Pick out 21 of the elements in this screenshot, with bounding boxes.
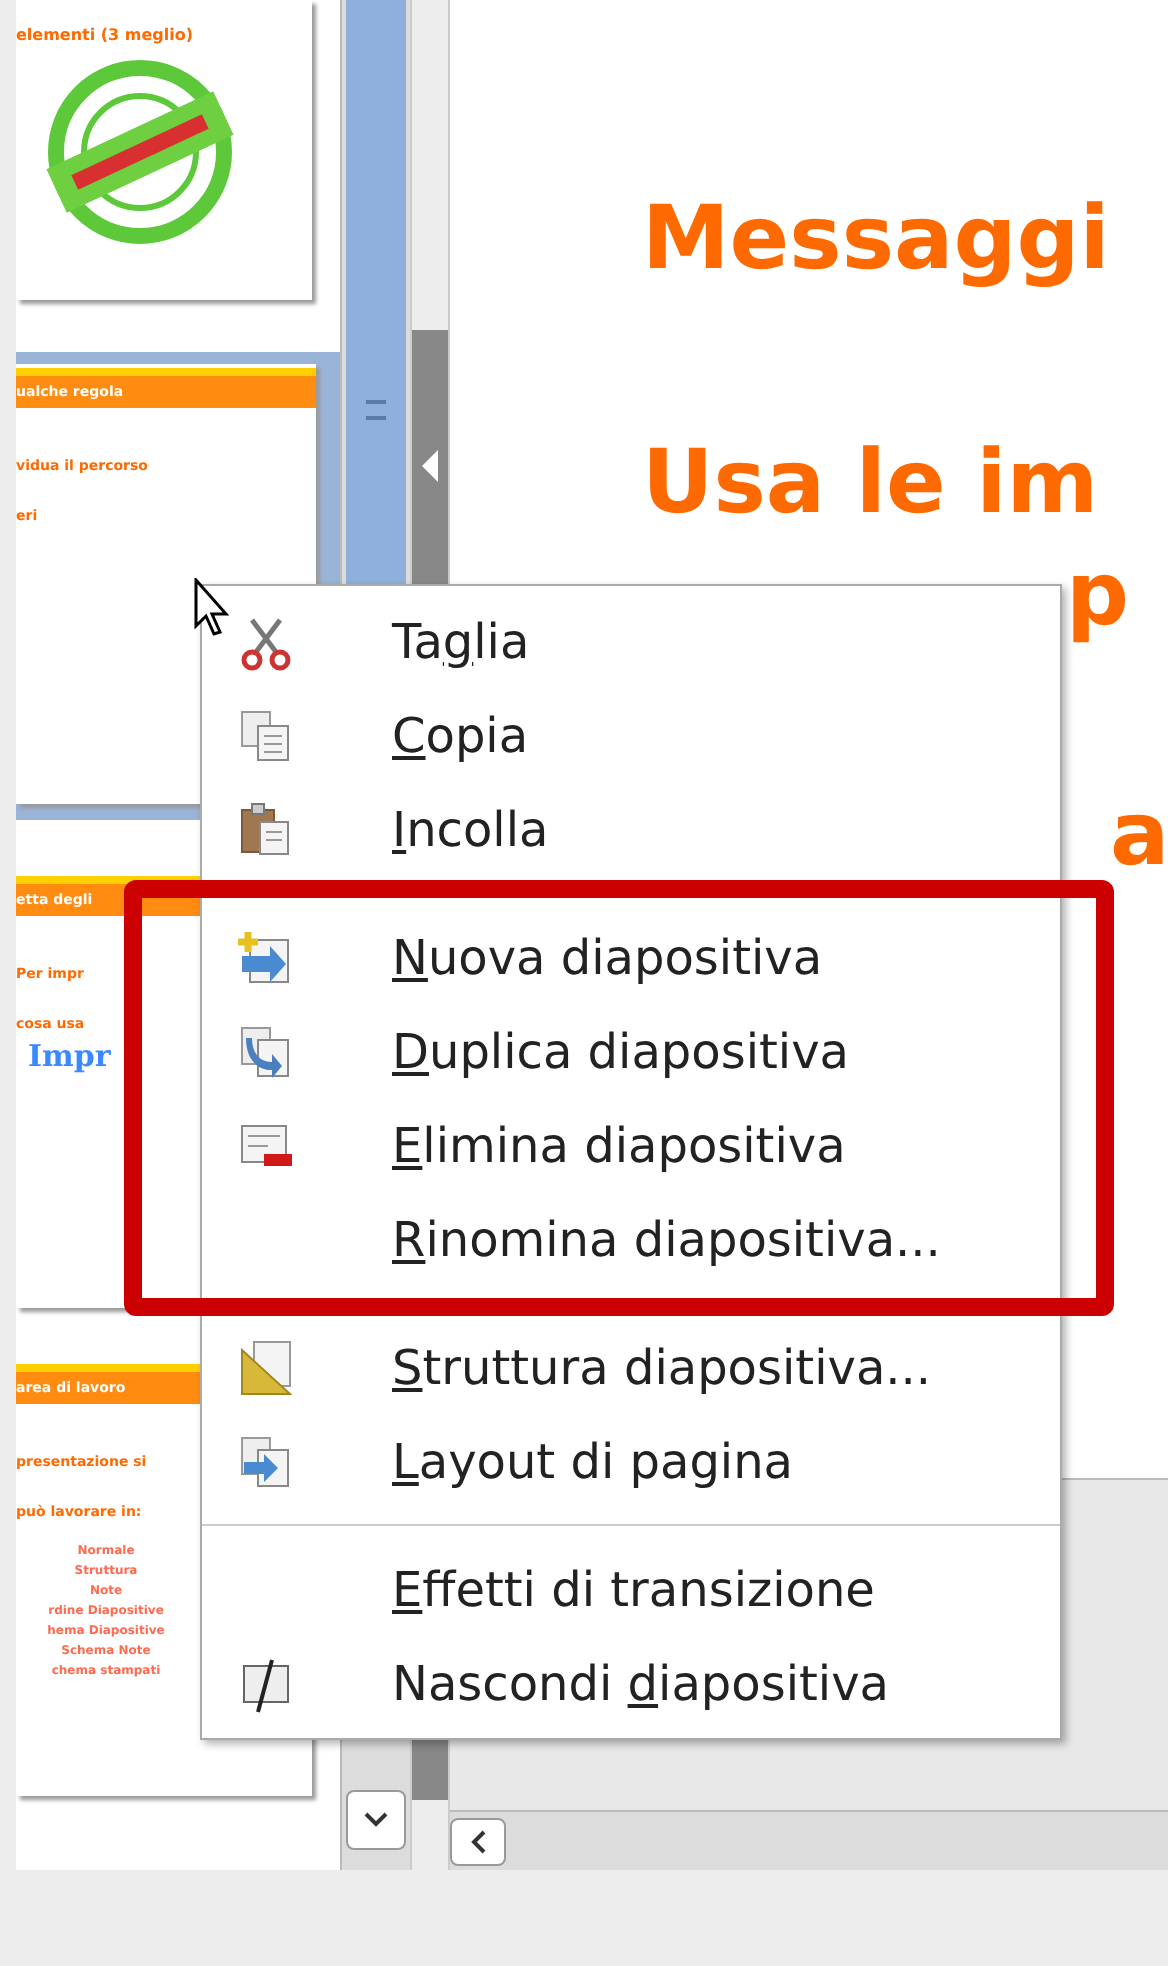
slide-heading: Messaggi bbox=[642, 186, 1112, 294]
ruler-triangle-icon bbox=[236, 1337, 296, 1397]
scroll-left-button[interactable] bbox=[450, 1817, 506, 1865]
collapse-arrow-icon bbox=[420, 450, 440, 482]
chevron-down-icon bbox=[364, 1812, 388, 1828]
horizontal-scrollbar[interactable] bbox=[450, 1810, 1168, 1870]
slide-heading: a bbox=[1110, 782, 1168, 890]
menu-item[interactable]: Nuova diapositiva bbox=[202, 910, 1060, 1004]
slide-title: Impr bbox=[28, 1036, 111, 1078]
menu-item[interactable]: Effetti di transizione bbox=[202, 1542, 1060, 1636]
slide-heading: p bbox=[1066, 542, 1129, 650]
menu-item[interactable]: Elimina diapositiva bbox=[202, 1098, 1060, 1192]
menu-item[interactable]: Rinomina diapositiva... bbox=[202, 1192, 1060, 1286]
slide-text: elementi (3 meglio) bbox=[16, 24, 196, 48]
slide-heading: Usa le im bbox=[642, 430, 1101, 538]
menu-item[interactable]: Nascondi diapositiva bbox=[202, 1636, 1060, 1730]
chevron-left-icon bbox=[470, 1829, 486, 1853]
menu-item[interactable]: Layout di pagina bbox=[202, 1414, 1060, 1508]
menu-item[interactable]: Duplica diapositiva bbox=[202, 1004, 1060, 1098]
scroll-down-button[interactable] bbox=[346, 1790, 406, 1850]
grip-icon bbox=[366, 400, 386, 420]
